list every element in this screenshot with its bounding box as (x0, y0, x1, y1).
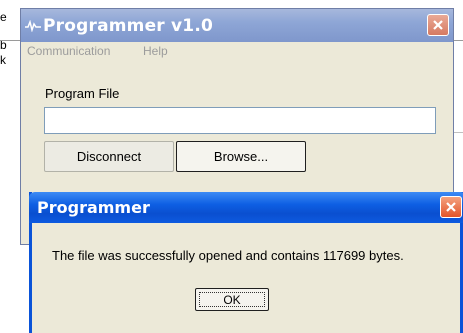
background-window-edge (454, 40, 463, 41)
dialog-title-bar[interactable]: Programmer (29, 192, 463, 223)
waveform-icon (25, 20, 41, 32)
close-icon (446, 202, 456, 212)
main-close-button[interactable] (427, 14, 449, 36)
program-file-label: Program File (45, 86, 120, 101)
menu-bar: Communication Help (21, 42, 453, 62)
dialog-title: Programmer (37, 198, 150, 217)
disconnect-button[interactable]: Disconnect (44, 141, 174, 172)
background-window-edge (0, 40, 20, 41)
background-text-fragment: k (0, 53, 6, 67)
main-title-bar[interactable]: Programmer v1.0 (21, 9, 453, 42)
background-window-edge (454, 132, 463, 133)
dialog-message: The file was successfully opened and con… (52, 248, 404, 263)
ok-button[interactable]: OK (195, 288, 269, 311)
focus-ring (199, 292, 265, 307)
close-icon (433, 20, 443, 30)
menu-help[interactable]: Help (143, 44, 168, 58)
background-text-fragment: e (0, 10, 7, 24)
dialog-close-button[interactable] (440, 196, 462, 218)
program-file-input[interactable] (44, 107, 436, 134)
menu-communication[interactable]: Communication (27, 44, 110, 58)
main-window-title: Programmer v1.0 (43, 16, 214, 36)
browse-button[interactable]: Browse... (176, 141, 306, 172)
message-dialog: Programmer The file was successfully ope… (29, 192, 463, 333)
